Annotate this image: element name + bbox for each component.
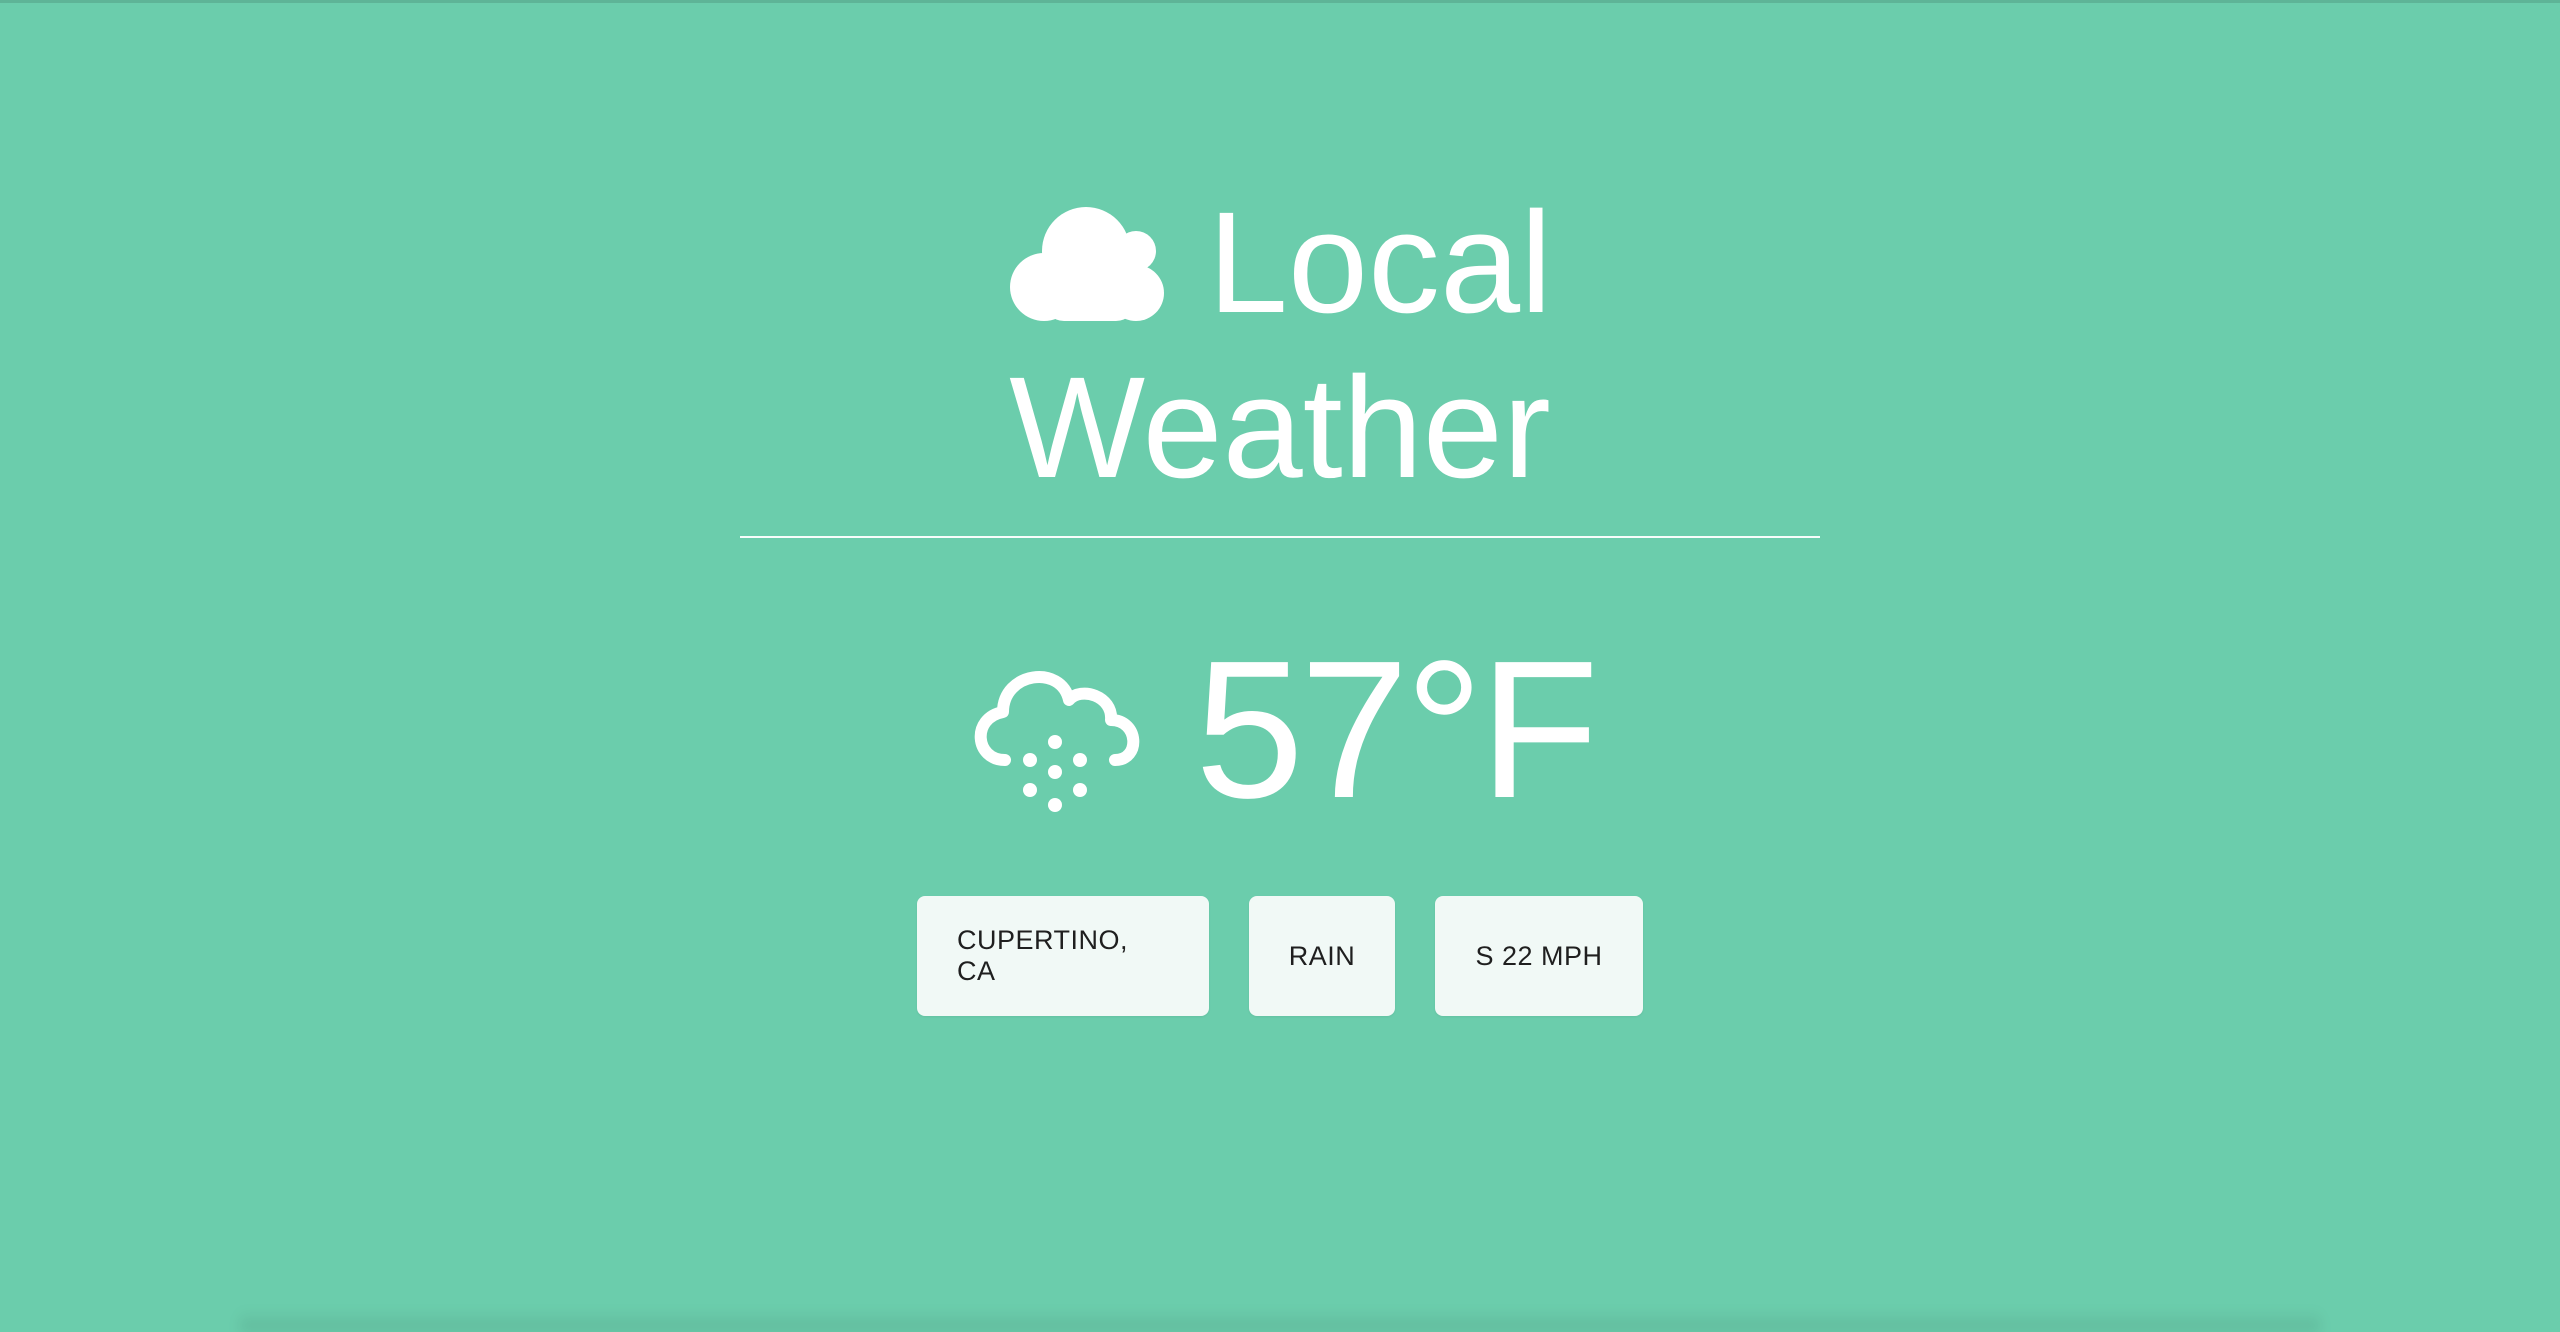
- page-title: Local Weather: [980, 180, 1580, 510]
- divider: [740, 536, 1820, 538]
- location-button[interactable]: CUPERTINO, CA: [917, 896, 1209, 1016]
- bottom-shadow: [240, 1310, 2320, 1332]
- wind-label: S 22 MPH: [1475, 940, 1603, 971]
- wind-button[interactable]: S 22 MPH: [1435, 896, 1643, 1016]
- title-line-2: Weather: [1009, 347, 1551, 508]
- info-chips: CUPERTINO, CA RAIN S 22 MPH: [0, 896, 2560, 1016]
- rain-cloud-icon: [974, 671, 1140, 812]
- condition-label: RAIN: [1288, 940, 1356, 971]
- location-label: CUPERTINO, CA: [957, 925, 1129, 986]
- current-conditions: 57°F: [940, 630, 1620, 830]
- weather-page: Local Weather 57°F CUPERTINO, CA RAIN S …: [0, 0, 2560, 1332]
- condition-button[interactable]: RAIN: [1249, 896, 1395, 1016]
- temperature-value: 57°F: [1194, 620, 1599, 839]
- cloud-icon: [1009, 206, 1164, 321]
- title-line-1: Local: [1207, 182, 1553, 343]
